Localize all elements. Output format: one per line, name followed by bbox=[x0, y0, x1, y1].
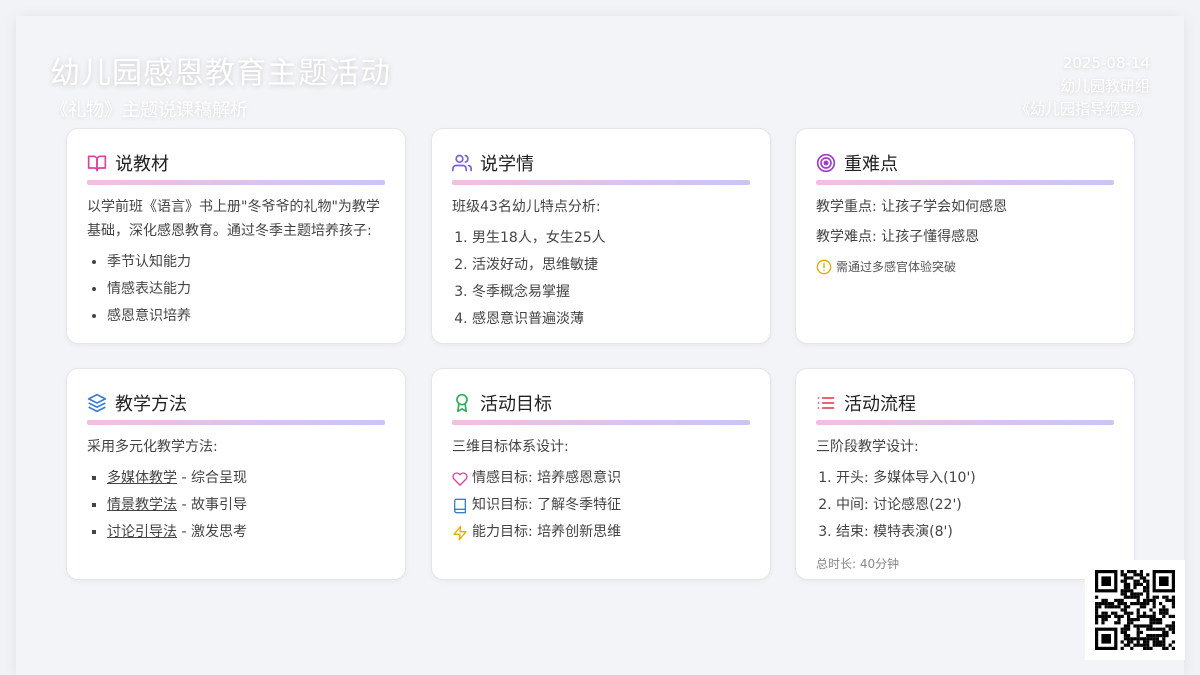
list-item: 情景教学法 - 故事引导 bbox=[107, 492, 385, 519]
card-title: 活动目标 bbox=[480, 394, 552, 415]
card-intro: 三维目标体系设计: bbox=[452, 439, 569, 455]
list-item: 能力目标: 培养创新思维 bbox=[452, 519, 750, 546]
list-item: 男生18人，女生25人 bbox=[472, 225, 750, 252]
card-title: 说教材 bbox=[115, 154, 169, 175]
card-title: 活动流程 bbox=[844, 394, 916, 415]
focus-note: 需通过多感官体验突破 bbox=[816, 255, 1114, 279]
total-duration: 总时长: 40分钟 bbox=[816, 557, 900, 571]
card-learners: 说学情 班级43名幼儿特点分析: 男生18人，女生25人 活泼好动，思维敏捷 冬… bbox=[431, 128, 771, 344]
list-item: 开头: 多媒体导入(10') bbox=[836, 465, 1114, 492]
qr-code-image bbox=[1085, 560, 1185, 660]
list-item: 结束: 模特表演(8') bbox=[836, 519, 1114, 546]
header-meta: 2025-08-14 幼儿园教研组 《幼儿园指导纲要》 bbox=[1015, 52, 1150, 121]
title-underline bbox=[87, 420, 385, 425]
header-date: 2025-08-14 bbox=[1062, 54, 1150, 72]
goal-text: 能力目标: 培养创新思维 bbox=[472, 524, 622, 540]
method-desc: - 综合呈现 bbox=[177, 470, 247, 486]
method-desc: - 激发思考 bbox=[177, 524, 247, 540]
alert-circle-icon bbox=[816, 259, 832, 275]
method-desc: - 故事引导 bbox=[177, 497, 247, 513]
card-intro: 三阶段教学设计: bbox=[816, 439, 919, 455]
title-underline bbox=[816, 420, 1114, 425]
heart-icon bbox=[452, 471, 468, 486]
title-underline bbox=[87, 180, 385, 185]
card-title: 说学情 bbox=[480, 154, 534, 175]
list-item: 情感表达能力 bbox=[107, 276, 385, 303]
list-item: 多媒体教学 - 综合呈现 bbox=[107, 465, 385, 492]
card-title: 重难点 bbox=[844, 154, 898, 175]
card-goals: 活动目标 三维目标体系设计: 情感目标: 培养感恩意识 知识目标: 了解冬季特征… bbox=[431, 368, 771, 580]
card-focus: 重难点 教学重点: 让孩子学会如何感恩 教学难点: 让孩子懂得感恩 需通过多感官… bbox=[795, 128, 1135, 344]
title-underline bbox=[452, 420, 750, 425]
users-icon bbox=[452, 153, 472, 173]
card-intro: 以学前班《语言》书上册"冬爷爷的礼物"为教学基础，深化感恩教育。通过冬季主题培养… bbox=[87, 199, 380, 239]
note-text: 需通过多感官体验突破 bbox=[836, 260, 957, 274]
list-item: 知识目标: 了解冬季特征 bbox=[452, 492, 750, 519]
list-item: 感恩意识培养 bbox=[107, 303, 385, 330]
list-item: 情感目标: 培养感恩意识 bbox=[452, 465, 750, 492]
method-name: 情景教学法 bbox=[107, 497, 177, 513]
list-item: 讨论引导法 - 激发思考 bbox=[107, 519, 385, 546]
list-item: 中间: 讨论感恩(22') bbox=[836, 492, 1114, 519]
title-underline bbox=[816, 180, 1114, 185]
card-intro: 采用多元化教学方法: bbox=[87, 439, 218, 455]
book-open-icon bbox=[87, 153, 107, 173]
list-item: 活泼好动，思维敏捷 bbox=[472, 252, 750, 279]
goal-text: 情感目标: 培养感恩意识 bbox=[472, 470, 622, 486]
list-icon bbox=[816, 393, 836, 413]
difficulty-point: 教学难点: 让孩子懂得感恩 bbox=[816, 229, 980, 245]
list-item: 感恩意识普遍淡薄 bbox=[472, 306, 750, 333]
target-icon bbox=[816, 153, 836, 173]
list-item: 季节认知能力 bbox=[107, 249, 385, 276]
card-material: 说教材 以学前班《语言》书上册"冬爷爷的礼物"为教学基础，深化感恩教育。通过冬季… bbox=[66, 128, 406, 344]
header-guide: 《幼儿园指导纲要》 bbox=[1014, 100, 1150, 118]
card-flow: 活动流程 三阶段教学设计: 开头: 多媒体导入(10') 中间: 讨论感恩(22… bbox=[795, 368, 1135, 580]
method-name: 讨论引导法 bbox=[107, 524, 177, 540]
list-item: 冬季概念易掌握 bbox=[472, 279, 750, 306]
card-intro: 班级43名幼儿特点分析: bbox=[452, 199, 601, 215]
layers-icon bbox=[87, 393, 107, 413]
page-subtitle: 《礼物》主题说课稿解析 bbox=[50, 100, 248, 121]
card-title: 教学方法 bbox=[115, 394, 187, 415]
goal-text: 知识目标: 了解冬季特征 bbox=[472, 497, 622, 513]
method-name: 多媒体教学 bbox=[107, 470, 177, 486]
book-icon bbox=[454, 498, 466, 513]
header-org: 幼儿园教研组 bbox=[1059, 77, 1150, 95]
title-underline bbox=[452, 180, 750, 185]
award-icon bbox=[452, 393, 472, 413]
page-title: 幼儿园感恩教育主题活动 bbox=[50, 56, 391, 91]
zap-icon bbox=[453, 525, 467, 540]
card-method: 教学方法 采用多元化教学方法: 多媒体教学 - 综合呈现 情景教学法 - 故事引… bbox=[66, 368, 406, 580]
key-point: 教学重点: 让孩子学会如何感恩 bbox=[816, 199, 1008, 215]
qr-code[interactable] bbox=[1085, 560, 1185, 660]
